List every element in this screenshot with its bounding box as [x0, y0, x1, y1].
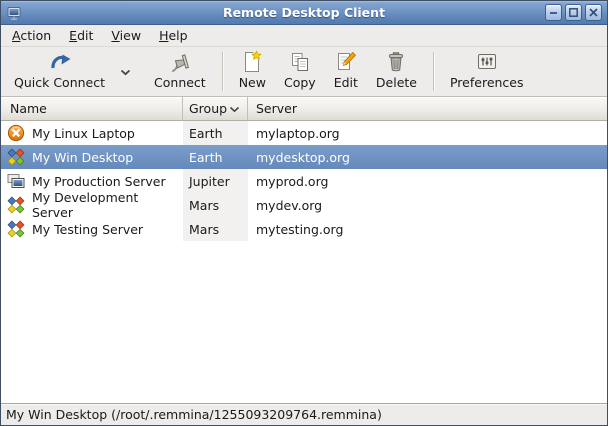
trash-icon [384, 50, 408, 74]
connect-plug-icon [166, 50, 194, 74]
minimize-button[interactable] [545, 4, 562, 21]
quick-connect-dropdown-button[interactable] [114, 49, 137, 94]
connection-name: My Production Server [32, 174, 166, 189]
connection-server: mydev.org [248, 193, 607, 217]
window-title: Remote Desktop Client [1, 5, 607, 20]
connection-group: Earth [183, 121, 248, 145]
sort-descending-icon [229, 101, 240, 116]
connect-label: Connect [154, 75, 206, 90]
column-header-group-label: Group [189, 101, 227, 116]
delete-button[interactable]: Delete [367, 49, 426, 94]
new-document-icon [240, 50, 264, 74]
connection-row-my-win-desktop[interactable]: My Win Desktop Earth mydesktop.org [1, 145, 607, 169]
maximize-button[interactable] [565, 4, 582, 21]
chevron-down-icon [120, 64, 131, 79]
column-header-server[interactable]: Server [248, 97, 607, 121]
edit-document-icon [334, 50, 358, 74]
connection-name: My Testing Server [32, 222, 143, 237]
list-empty-area [1, 241, 607, 403]
statusbar: My Win Desktop (/root/.remmina/125509320… [1, 403, 607, 425]
connection-name: My Linux Laptop [32, 126, 135, 141]
menubar: Action Edit View Help [1, 25, 607, 47]
titlebar[interactable]: Remote Desktop Client [1, 1, 607, 25]
connection-row-my-linux-laptop[interactable]: My Linux Laptop Earth mylaptop.org [1, 121, 607, 145]
column-header-name[interactable]: Name [1, 97, 183, 121]
toolbar-separator [433, 52, 434, 91]
connection-server: myprod.org [248, 169, 607, 193]
rdp-diamonds-icon [7, 148, 25, 166]
connection-name: My Win Desktop [32, 150, 133, 165]
menu-help[interactable]: Help [150, 25, 197, 46]
remmina-main-window: Remote Desktop Client Action Edit View H… [0, 0, 608, 426]
quick-connect-button[interactable]: Quick Connect [5, 49, 114, 94]
connection-group: Mars [183, 217, 248, 241]
toolbar: Quick Connect Connect [1, 47, 607, 97]
rdp-diamonds-icon [7, 220, 25, 238]
connection-group: Jupiter [183, 169, 248, 193]
edit-label: Edit [334, 75, 358, 90]
cancel-icon [7, 124, 25, 142]
quick-connect-icon [47, 50, 73, 74]
connection-row-my-development-server[interactable]: My Development Server Mars mydev.org [1, 193, 607, 217]
statusbar-text: My Win Desktop (/root/.remmina/125509320… [6, 407, 382, 422]
connection-server: mytesting.org [248, 217, 607, 241]
connection-server: mylaptop.org [248, 121, 607, 145]
delete-label: Delete [376, 75, 417, 90]
menu-view[interactable]: View [102, 25, 150, 46]
connection-server: mydesktop.org [248, 145, 607, 169]
close-button[interactable] [585, 4, 602, 21]
quick-connect-label: Quick Connect [14, 75, 105, 90]
column-header-server-label: Server [256, 101, 297, 116]
menu-action[interactable]: Action [3, 25, 60, 46]
copy-icon [288, 50, 312, 74]
preferences-sliders-icon [475, 50, 499, 74]
menu-edit[interactable]: Edit [60, 25, 102, 46]
windows-monitor-icon [7, 172, 25, 190]
column-headers: Name Group Server [1, 97, 607, 121]
connection-group: Earth [183, 145, 248, 169]
new-label: New [239, 75, 266, 90]
connection-list: My Linux Laptop Earth mylaptop.org My Wi… [1, 121, 607, 403]
preferences-label: Preferences [450, 75, 524, 90]
copy-button[interactable]: Copy [275, 49, 325, 94]
connection-group: Mars [183, 193, 248, 217]
remmina-app-icon [6, 4, 23, 21]
toolbar-separator [222, 52, 223, 91]
edit-button[interactable]: Edit [325, 49, 367, 94]
column-header-group[interactable]: Group [183, 97, 248, 121]
preferences-button[interactable]: Preferences [441, 49, 533, 94]
connect-button[interactable]: Connect [145, 49, 215, 94]
rdp-diamonds-icon [7, 196, 25, 214]
connection-row-my-testing-server[interactable]: My Testing Server Mars mytesting.org [1, 217, 607, 241]
new-button[interactable]: New [230, 49, 275, 94]
connection-name: My Development Server [32, 190, 183, 220]
column-header-name-label: Name [10, 101, 47, 116]
copy-label: Copy [284, 75, 316, 90]
